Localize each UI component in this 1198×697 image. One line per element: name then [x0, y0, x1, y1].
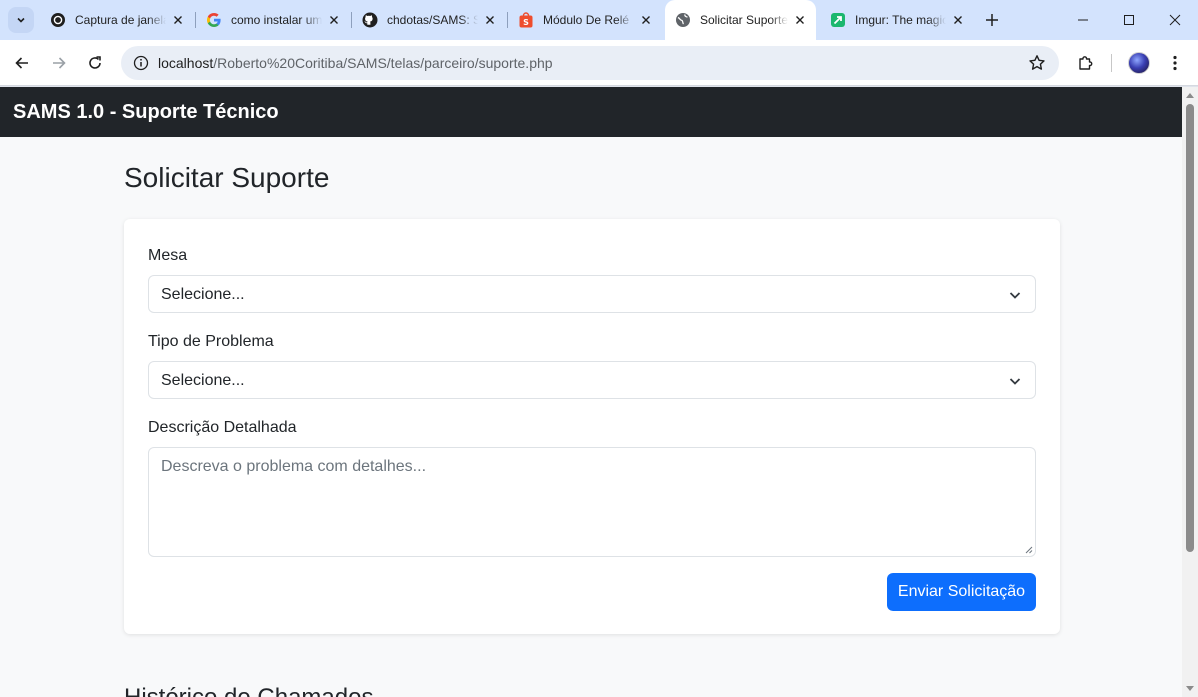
chevron-down-icon — [17, 17, 25, 23]
arrow-right-icon — [53, 57, 66, 69]
browser-menu-button[interactable] — [1161, 49, 1189, 77]
google-icon — [206, 12, 222, 28]
browser-tab[interactable]: Captura de janela — [40, 6, 194, 34]
github-icon — [362, 12, 378, 28]
tab-title: chdotas/SAMS: SAMS — [387, 13, 478, 27]
globe-icon — [675, 12, 691, 28]
browser-tab[interactable]: chdotas/SAMS: SAMS — [352, 6, 506, 34]
enviar-solicitacao-button[interactable]: Enviar Solicitação — [887, 573, 1036, 611]
maximize-icon — [1124, 15, 1134, 25]
url-host: localhost — [158, 55, 214, 71]
browser-toolbar: localhost/Roberto%20Coritiba/SAMS/telas/… — [0, 40, 1198, 86]
close-tab-icon[interactable] — [950, 12, 966, 28]
support-form-card: Mesa Selecione... Tipo de Problema Selec… — [124, 219, 1060, 634]
kebab-menu-icon — [1173, 55, 1177, 71]
puzzle-icon — [1079, 56, 1093, 70]
browser-tab-active[interactable]: Solicitar Suporte — [665, 0, 816, 40]
shopee-icon: S — [518, 12, 534, 28]
profile-avatar[interactable] — [1128, 52, 1150, 74]
tab-title: Solicitar Suporte — [700, 13, 788, 27]
bookmark-star-icon[interactable] — [1027, 53, 1047, 73]
site-info-icon[interactable] — [131, 53, 151, 73]
close-tab-icon[interactable] — [792, 12, 808, 28]
reload-icon — [89, 56, 101, 69]
chevron-down-icon — [1007, 373, 1023, 389]
close-tab-icon[interactable] — [638, 12, 654, 28]
url-text[interactable]: localhost/Roberto%20Coritiba/SAMS/telas/… — [158, 55, 553, 71]
toolbar-divider — [1111, 54, 1112, 72]
mesa-label: Mesa — [148, 247, 188, 264]
resize-grip-icon[interactable] — [1024, 545, 1033, 554]
navbar-brand[interactable]: SAMS 1.0 - Suporte Técnico — [13, 101, 279, 124]
address-bar[interactable]: localhost/Roberto%20Coritiba/SAMS/telas/… — [121, 46, 1059, 80]
close-tab-icon[interactable] — [482, 12, 498, 28]
minimize-icon — [1078, 19, 1088, 21]
maximize-button[interactable] — [1106, 0, 1152, 40]
extensions-button[interactable] — [1072, 49, 1100, 77]
navbar: SAMS 1.0 - Suporte Técnico — [0, 87, 1182, 137]
arrow-left-icon — [15, 57, 28, 69]
svg-text:S: S — [523, 18, 529, 27]
mesa-select-value: Selecione... — [161, 286, 245, 303]
page-viewport: SAMS 1.0 - Suporte Técnico Solicitar Sup… — [0, 87, 1182, 697]
url-path: /Roberto%20Coritiba/SAMS/telas/parceiro/… — [213, 55, 553, 71]
page-scrollbar[interactable] — [1182, 87, 1198, 697]
scroll-down-icon[interactable] — [1186, 685, 1194, 693]
plus-icon — [986, 14, 998, 26]
tab-search-button[interactable] — [8, 7, 34, 33]
browser-tab-strip: Captura de janela como instalar um chdot… — [0, 0, 1198, 40]
scrollbar-thumb[interactable] — [1186, 104, 1194, 552]
new-tab-button[interactable] — [981, 9, 1003, 31]
history-title: Histórico de Chamados — [124, 684, 373, 697]
tipo-problema-select[interactable]: Selecione... — [148, 361, 1036, 399]
descricao-placeholder: Descreva o problema com detalhes... — [161, 458, 427, 475]
close-window-button[interactable] — [1152, 0, 1198, 40]
reload-button[interactable] — [81, 49, 109, 77]
openai-icon — [50, 12, 66, 28]
tipo-problema-label: Tipo de Problema — [148, 333, 274, 350]
tab-title: Captura de janela — [75, 13, 166, 27]
close-tab-icon[interactable] — [170, 12, 186, 28]
browser-tab[interactable]: como instalar um — [196, 6, 350, 34]
scroll-up-icon[interactable] — [1186, 91, 1194, 99]
browser-tab[interactable]: Imgur: The magic — [820, 6, 974, 34]
browser-tab[interactable]: S Módulo De Relé — [508, 6, 662, 34]
descricao-textarea[interactable]: Descreva o problema com detalhes... — [148, 447, 1036, 557]
mesa-select[interactable]: Selecione... — [148, 275, 1036, 313]
tipo-problema-select-value: Selecione... — [161, 372, 245, 389]
page-title: Solicitar Suporte — [124, 162, 330, 193]
tab-title: como instalar um — [231, 13, 322, 27]
back-button[interactable] — [8, 49, 36, 77]
tab-title: Módulo De Relé — [543, 13, 630, 27]
tab-title: Imgur: The magic — [855, 13, 946, 27]
close-tab-icon[interactable] — [326, 12, 342, 28]
descricao-label: Descrição Detalhada — [148, 419, 297, 436]
imgur-icon — [830, 12, 846, 28]
minimize-button[interactable] — [1060, 0, 1106, 40]
forward-button[interactable] — [45, 49, 73, 77]
chevron-down-icon — [1007, 287, 1023, 303]
close-icon — [1169, 14, 1181, 26]
